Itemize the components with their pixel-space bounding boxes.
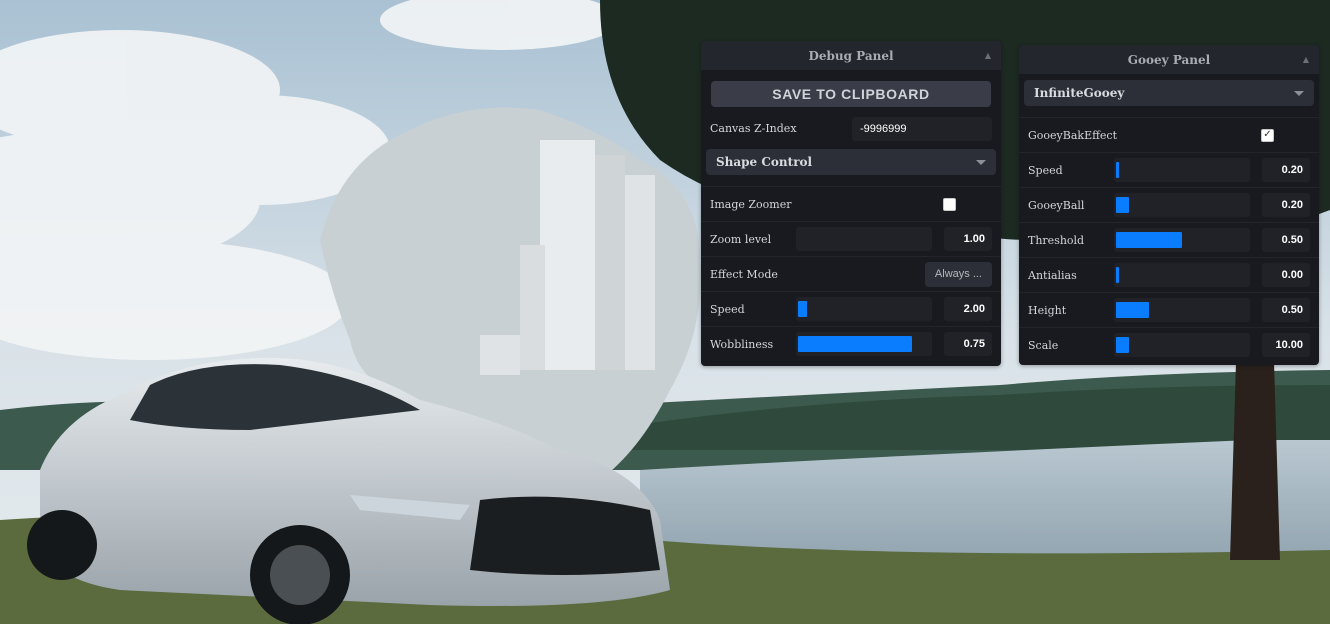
zoom-level-slider[interactable] bbox=[796, 227, 932, 251]
antialias-row: Antialias 0.00 bbox=[1019, 257, 1319, 292]
gooey-panel-title: Gooey Panel bbox=[1127, 52, 1211, 67]
gooey-panel-header[interactable]: Gooey Panel ▲ bbox=[1019, 45, 1319, 74]
wobbliness-slider-fill bbox=[798, 336, 912, 352]
threshold-label: Threshold bbox=[1028, 233, 1085, 247]
canvas-z-index-row: Canvas Z-Index -9996999 bbox=[701, 111, 1001, 146]
gooey-ball-slider[interactable] bbox=[1114, 193, 1250, 217]
image-zoomer-label: Image Zoomer bbox=[710, 197, 792, 211]
wobbliness-value[interactable]: 0.75 bbox=[944, 332, 992, 356]
scale-label: Scale bbox=[1028, 338, 1059, 352]
effect-mode-row: Effect Mode Always ... bbox=[701, 256, 1001, 291]
debug-panel-header[interactable]: Debug Panel ▲ bbox=[701, 41, 1001, 70]
preset-wrapper: InfiniteGooey bbox=[1019, 74, 1319, 109]
gooey-bak-effect-label: GooeyBakEffect bbox=[1028, 128, 1117, 142]
preset-label: InfiniteGooey bbox=[1034, 86, 1125, 100]
gooey-panel: Gooey Panel ▲ InfiniteGooey GooeyBakEffe… bbox=[1019, 45, 1319, 365]
wobbliness-label: Wobbliness bbox=[710, 337, 774, 351]
zoom-level-row: Zoom level 1.00 bbox=[701, 221, 1001, 256]
image-zoomer-row: Image Zoomer bbox=[701, 186, 1001, 221]
gooey-ball-row: GooeyBall 0.20 bbox=[1019, 187, 1319, 222]
effect-mode-label: Effect Mode bbox=[710, 267, 778, 281]
shape-control-wrapper: Shape Control bbox=[701, 146, 1001, 178]
gooey-speed-row: Speed 0.20 bbox=[1019, 152, 1319, 187]
debug-panel: Debug Panel ▲ SAVE TO CLIPBOARD Canvas Z… bbox=[701, 41, 1001, 366]
height-row: Height 0.50 bbox=[1019, 292, 1319, 327]
gooey-bak-effect-row: GooeyBakEffect ✓ bbox=[1019, 117, 1319, 152]
canvas-z-index-label: Canvas Z-Index bbox=[710, 122, 797, 135]
threshold-slider[interactable] bbox=[1114, 228, 1250, 252]
save-to-clipboard-button[interactable]: SAVE TO CLIPBOARD bbox=[711, 81, 991, 107]
canvas-z-index-input[interactable]: -9996999 bbox=[852, 116, 992, 141]
threshold-slider-fill bbox=[1116, 232, 1182, 248]
zoom-level-label: Zoom level bbox=[710, 232, 772, 246]
gooey-ball-slider-fill bbox=[1116, 197, 1129, 213]
collapse-icon[interactable]: ▲ bbox=[1303, 54, 1309, 64]
antialias-label: Antialias bbox=[1028, 268, 1077, 282]
height-value[interactable]: 0.50 bbox=[1262, 298, 1310, 322]
shape-control-label: Shape Control bbox=[716, 155, 813, 169]
image-zoomer-checkbox[interactable] bbox=[943, 197, 956, 211]
gooey-speed-label: Speed bbox=[1028, 163, 1063, 177]
height-label: Height bbox=[1028, 303, 1067, 317]
preset-dropdown[interactable]: InfiniteGooey bbox=[1024, 80, 1314, 106]
collapse-icon[interactable]: ▲ bbox=[985, 50, 991, 60]
wobbliness-row: Wobbliness 0.75 bbox=[701, 326, 1001, 361]
wobbliness-slider[interactable] bbox=[796, 332, 932, 356]
gooey-speed-slider-fill bbox=[1116, 162, 1119, 178]
antialias-slider[interactable] bbox=[1114, 263, 1250, 287]
effect-mode-select[interactable]: Always ... bbox=[924, 261, 992, 287]
height-slider[interactable] bbox=[1114, 298, 1250, 322]
scale-slider-fill bbox=[1116, 337, 1129, 353]
antialias-slider-fill bbox=[1116, 267, 1119, 283]
scale-value[interactable]: 10.00 bbox=[1262, 333, 1310, 357]
speed-slider[interactable] bbox=[796, 297, 932, 321]
gooey-ball-label: GooeyBall bbox=[1028, 198, 1085, 212]
antialias-value[interactable]: 0.00 bbox=[1262, 263, 1310, 287]
gooey-speed-value[interactable]: 0.20 bbox=[1262, 158, 1310, 182]
gooey-bak-effect-checkbox[interactable]: ✓ bbox=[1261, 128, 1274, 142]
gooey-speed-slider[interactable] bbox=[1114, 158, 1250, 182]
speed-row: Speed 2.00 bbox=[701, 291, 1001, 326]
scale-row: Scale 10.00 bbox=[1019, 327, 1319, 362]
speed-label: Speed bbox=[710, 302, 745, 316]
zoom-level-value[interactable]: 1.00 bbox=[944, 227, 992, 251]
chevron-down-icon bbox=[1294, 91, 1304, 96]
debug-panel-title: Debug Panel bbox=[808, 48, 894, 63]
shape-control-dropdown[interactable]: Shape Control bbox=[706, 149, 996, 175]
threshold-row: Threshold 0.50 bbox=[1019, 222, 1319, 257]
height-slider-fill bbox=[1116, 302, 1149, 318]
threshold-value[interactable]: 0.50 bbox=[1262, 228, 1310, 252]
save-button-wrapper: SAVE TO CLIPBOARD bbox=[701, 70, 1001, 111]
chevron-down-icon bbox=[976, 160, 986, 165]
scale-slider[interactable] bbox=[1114, 333, 1250, 357]
speed-value[interactable]: 2.00 bbox=[944, 297, 992, 321]
speed-slider-fill bbox=[798, 301, 807, 317]
gooey-ball-value[interactable]: 0.20 bbox=[1262, 193, 1310, 217]
